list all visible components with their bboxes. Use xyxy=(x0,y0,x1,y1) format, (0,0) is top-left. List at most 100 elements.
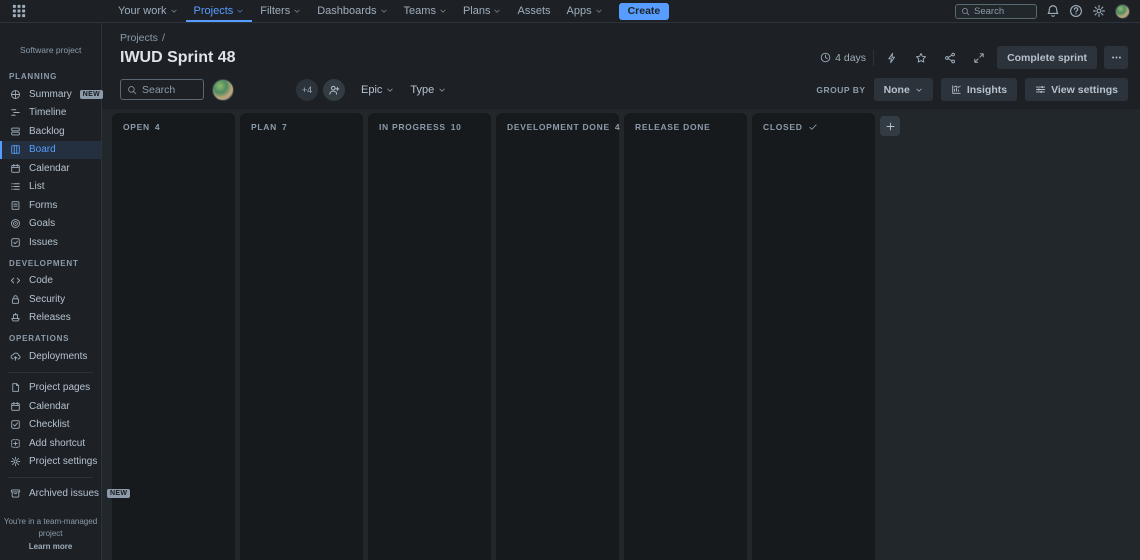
view-settings-button[interactable]: View settings xyxy=(1025,78,1128,101)
sidebar-section-planning: PLANNING xyxy=(0,65,101,85)
nav-item-dashboards[interactable]: Dashboards xyxy=(309,0,395,22)
nav-item-plans[interactable]: Plans xyxy=(455,0,510,22)
sidebar-item-checklist[interactable]: Checklist xyxy=(0,416,101,435)
board-column-in-progress[interactable]: IN PROGRESS 10 xyxy=(368,113,491,560)
nav-item-your-work[interactable]: Your work xyxy=(110,0,186,22)
star-button[interactable] xyxy=(910,47,932,69)
column-name: PLAN xyxy=(251,122,277,132)
main-content: Projects / IWUD Sprint 48 4 days Complet… xyxy=(102,23,1140,560)
sidebar-item-security[interactable]: Security xyxy=(0,290,101,309)
sidebar-item-project-settings[interactable]: Project settings xyxy=(0,453,101,472)
share-button[interactable] xyxy=(939,47,961,69)
board-column-closed[interactable]: CLOSED xyxy=(752,113,875,560)
fullscreen-button[interactable] xyxy=(968,47,990,69)
project-type-label: Software project xyxy=(0,37,101,65)
sidebar-section-development: DEVELOPMENT xyxy=(0,252,101,272)
project-sidebar: Software project PLANNING SummaryNEW Tim… xyxy=(0,23,102,560)
help-icon[interactable] xyxy=(1069,4,1083,18)
settings-gear-icon[interactable] xyxy=(1092,4,1106,18)
sidebar-item-archived-issues[interactable]: Archived issuesNEW xyxy=(0,484,101,503)
timeline-icon xyxy=(10,107,21,118)
learn-more-link[interactable]: Learn more xyxy=(0,541,101,554)
page-icon xyxy=(10,382,21,393)
sprint-days-remaining[interactable]: 4 days xyxy=(820,52,866,64)
sidebar-item-summary[interactable]: SummaryNEW xyxy=(0,85,101,104)
plus-icon xyxy=(885,121,896,132)
expand-icon xyxy=(973,52,985,64)
sidebar-item-board[interactable]: Board xyxy=(0,141,101,160)
more-options-button[interactable] xyxy=(1104,46,1128,69)
epic-filter-dropdown[interactable]: Epic xyxy=(361,84,394,96)
column-name: RELEASE DONE xyxy=(635,122,710,132)
insights-button[interactable]: Insights xyxy=(941,78,1017,101)
sidebar-item-add-shortcut[interactable]: Add shortcut xyxy=(0,434,101,453)
toolbar-right: GROUP BY None Insights View settings xyxy=(816,78,1128,101)
sidebar-item-code[interactable]: Code xyxy=(0,272,101,291)
page-header: Projects / IWUD Sprint 48 4 days Complet… xyxy=(102,23,1140,69)
main-nav-menu: Your work Projects Filters Dashboards Te… xyxy=(110,0,669,22)
board-column-open[interactable]: OPEN 4 xyxy=(112,113,235,560)
forms-icon xyxy=(10,200,21,211)
ship-icon xyxy=(10,312,21,323)
lock-icon xyxy=(10,294,21,305)
divider xyxy=(873,50,874,66)
sidebar-item-forms[interactable]: Forms xyxy=(0,196,101,215)
member-avatar[interactable] xyxy=(212,79,234,101)
board-search-input[interactable]: Search xyxy=(120,79,204,100)
issues-icon xyxy=(10,237,21,248)
sidebar-divider xyxy=(8,477,93,478)
lightning-bolt-icon xyxy=(886,52,898,64)
nav-item-assets[interactable]: Assets xyxy=(509,0,558,22)
app-switcher-icon[interactable] xyxy=(12,4,26,18)
add-people-button[interactable] xyxy=(323,79,345,101)
column-count: 10 xyxy=(451,122,462,132)
sidebar-item-releases[interactable]: Releases xyxy=(0,309,101,328)
top-nav: Your work Projects Filters Dashboards Te… xyxy=(0,0,1140,23)
complete-sprint-button[interactable]: Complete sprint xyxy=(997,46,1097,69)
chevron-down-icon xyxy=(493,7,501,15)
sidebar-item-issues[interactable]: Issues xyxy=(0,233,101,252)
search-icon xyxy=(961,7,970,16)
add-shortcut-icon xyxy=(10,438,21,449)
sidebar-item-goals[interactable]: Goals xyxy=(0,215,101,234)
sliders-icon xyxy=(1035,84,1046,95)
breadcrumb: Projects / xyxy=(120,32,1128,44)
group-by-dropdown[interactable]: None xyxy=(874,78,933,101)
sidebar-item-backlog[interactable]: Backlog xyxy=(0,122,101,141)
sidebar-item-list[interactable]: List xyxy=(0,178,101,197)
backlog-icon xyxy=(10,126,21,137)
team-managed-label: You're in a team-managed project xyxy=(0,516,101,542)
column-name: DEVELOPMENT DONE xyxy=(507,122,610,132)
global-search-input[interactable]: Search xyxy=(955,4,1037,19)
chevron-down-icon xyxy=(595,7,603,15)
add-column-button[interactable] xyxy=(880,116,900,136)
nav-item-teams[interactable]: Teams xyxy=(396,0,455,22)
sidebar-item-calendar[interactable]: Calendar xyxy=(0,159,101,178)
profile-avatar[interactable] xyxy=(1115,4,1130,19)
checklist-icon xyxy=(10,419,21,430)
avatar-overflow-count[interactable]: +4 xyxy=(296,79,318,101)
column-header: CLOSED xyxy=(763,122,864,132)
board-toolbar: Search +4 Epic Type GROUP BY None xyxy=(102,69,1140,109)
sidebar-item-timeline[interactable]: Timeline xyxy=(0,104,101,123)
summary-icon xyxy=(10,89,21,100)
nav-item-projects[interactable]: Projects xyxy=(186,0,253,22)
goals-icon xyxy=(10,218,21,229)
sidebar-item-deployments[interactable]: Deployments xyxy=(0,347,101,366)
board-canvas: OPEN 4 PLAN 7 IN PROGRESS 10 DEVELOPMENT… xyxy=(102,109,1140,560)
automation-button[interactable] xyxy=(881,47,903,69)
share-icon xyxy=(944,52,956,64)
breadcrumb-projects-link[interactable]: Projects xyxy=(120,32,158,44)
column-header: DEVELOPMENT DONE 4 xyxy=(507,122,608,132)
nav-item-apps[interactable]: Apps xyxy=(559,0,611,22)
board-column-release-done[interactable]: RELEASE DONE xyxy=(624,113,747,560)
sidebar-item-calendar-app[interactable]: Calendar xyxy=(0,397,101,416)
create-button[interactable]: Create xyxy=(619,3,670,20)
notifications-icon[interactable] xyxy=(1046,4,1060,18)
type-filter-dropdown[interactable]: Type xyxy=(410,84,446,96)
nav-item-filters[interactable]: Filters xyxy=(252,0,309,22)
board-column-development-done[interactable]: DEVELOPMENT DONE 4 xyxy=(496,113,619,560)
board-column-plan[interactable]: PLAN 7 xyxy=(240,113,363,560)
member-avatars-group: +4 xyxy=(296,79,345,101)
sidebar-item-project-pages[interactable]: Project pages xyxy=(0,379,101,398)
